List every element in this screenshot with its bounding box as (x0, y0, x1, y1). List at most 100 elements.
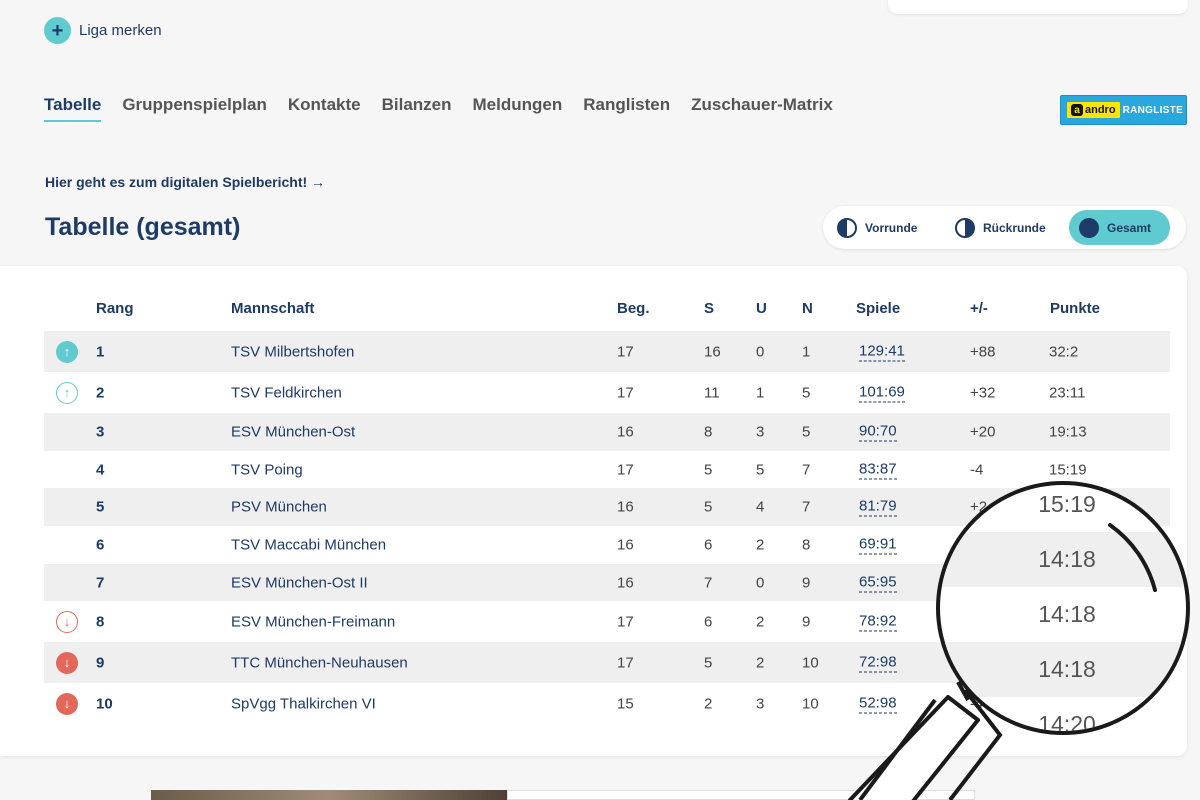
cell-spiele[interactable]: 129:41 (859, 342, 905, 361)
tab-ranglisten[interactable]: Ranglisten (583, 95, 670, 122)
cell-n: 10 (802, 654, 819, 671)
cell-spiele[interactable]: 69:91 (859, 536, 897, 555)
cell-team[interactable]: TTC München-Neuhausen (231, 654, 408, 671)
cell-spiele[interactable]: 72:98 (859, 653, 897, 672)
cell-diff: -26 (970, 654, 992, 671)
cell-s: 7 (704, 574, 713, 591)
table-row: 5 PSV München 16 5 4 7 81:79 +2 14:18 (44, 488, 1170, 526)
digital-report-link[interactable]: Hier geht es zum digitalen Spielbericht!… (45, 174, 325, 190)
cell-s: 6 (704, 613, 713, 630)
cell-n: 10 (802, 695, 819, 712)
cell-beg: 15 (617, 695, 634, 712)
table-row: 4 TSV Poing 17 5 5 7 83:87 -4 15:19 (44, 451, 1170, 488)
andro-rangliste-badge[interactable]: a andro RANGLISTE (1060, 95, 1187, 125)
cell-n: 8 (802, 536, 811, 554)
cell-s: 5 (704, 498, 713, 516)
cell-punkte: 19:13 (1049, 423, 1087, 441)
cell-u: 2 (756, 654, 765, 671)
cell-diff: -4 (970, 461, 984, 478)
cell-spiele[interactable]: 81:79 (859, 498, 897, 517)
table-row: 7 ESV München-Ost II 16 7 0 9 65:95 -30 14:18 (44, 564, 1170, 601)
header-spiele: Spiele (856, 300, 901, 317)
half-circle-icon (955, 217, 975, 238)
cell-rank: 8 (96, 613, 105, 630)
arrow-down-icon: ↓ (56, 692, 78, 715)
toggle-rueckrunde[interactable]: Rückrunde (945, 210, 1069, 245)
tab-kontakte[interactable]: Kontakte (288, 95, 361, 122)
cell-rank: 2 (96, 384, 105, 401)
cell-diff: -46 (970, 695, 992, 712)
cell-spiele[interactable]: 90:70 (859, 423, 897, 442)
andro-logo-icon: a (1071, 104, 1083, 116)
follow-league-button[interactable]: + Liga merken (44, 17, 162, 44)
cell-n: 5 (802, 384, 811, 401)
cell-punkte: 14:18 (1049, 536, 1087, 554)
andro-rangliste-label: RANGLISTE (1122, 104, 1184, 116)
cell-team[interactable]: SpVgg Thalkirchen VI (231, 695, 376, 712)
cell-s: 6 (704, 536, 713, 554)
cell-team[interactable]: TSV Milbertshofen (231, 343, 354, 360)
cell-spiele[interactable]: 101:69 (859, 383, 905, 402)
cell-diff: -14 (970, 613, 992, 630)
cell-rank: 7 (96, 574, 105, 591)
table-row: ↓ 10 SpVgg Thalkirchen VI 15 2 3 10 52:98 -46 7:2… (44, 683, 1170, 724)
header-s: S (704, 300, 715, 317)
cell-rank: 9 (96, 654, 105, 671)
cell-team[interactable]: TSV Feldkirchen (231, 384, 342, 401)
cell-u: 5 (756, 461, 765, 478)
cell-punkte: 14:20 (1049, 613, 1087, 630)
cell-u: 0 (756, 574, 765, 591)
cell-beg: 16 (617, 574, 634, 591)
bottom-card (507, 790, 975, 800)
toggle-gesamt[interactable]: Gesamt (1069, 210, 1170, 245)
tab-meldungen[interactable]: Meldungen (473, 95, 563, 122)
cell-beg: 16 (617, 536, 634, 554)
cell-team[interactable]: TSV Maccabi München (231, 537, 386, 554)
cell-beg: 17 (617, 654, 634, 671)
cell-rank: 4 (96, 461, 105, 478)
cell-team[interactable]: PSV München (231, 499, 327, 516)
cell-spiele[interactable]: 52:98 (859, 694, 897, 713)
cell-u: 1 (756, 384, 765, 401)
toggle-vorrunde[interactable]: Vorrunde (827, 210, 945, 245)
cell-team[interactable]: ESV München-Ost (231, 424, 355, 441)
table-row: 3 ESV München-Ost 16 8 3 5 90:70 +20 19:13 (44, 413, 1170, 451)
cell-u: 2 (756, 613, 765, 630)
header-u: U (756, 300, 767, 317)
header-mannschaft: Mannschaft (231, 300, 315, 317)
table-header: Rang Mannschaft Beg. S U N Spiele +/- Pu… (0, 300, 1170, 320)
cell-n: 9 (802, 574, 811, 591)
tab-gruppenspielplan[interactable]: Gruppenspielplan (122, 95, 267, 122)
cell-spiele[interactable]: 83:87 (859, 460, 897, 479)
cell-punkte: 14:18 (1049, 498, 1087, 516)
arrow-up-icon: ↑ (56, 340, 78, 363)
tab-bilanzen[interactable]: Bilanzen (382, 95, 452, 122)
cell-n: 7 (802, 461, 811, 478)
cell-spiele[interactable]: 65:95 (859, 573, 897, 592)
cell-beg: 17 (617, 343, 634, 360)
cell-diff: -22 (970, 536, 992, 554)
tab-zuschauer-matrix[interactable]: Zuschauer-Matrix (691, 95, 833, 122)
andro-brand: andro (1085, 104, 1116, 116)
cell-s: 11 (704, 384, 720, 401)
cell-rank: 6 (96, 536, 105, 554)
header-diff: +/- (970, 300, 988, 317)
table-row: ↓ 8 ESV München-Freimann 17 6 2 9 78:92 -14 14:20 (44, 601, 1170, 642)
cell-team[interactable]: ESV München-Ost II (231, 574, 368, 591)
cell-u: 0 (756, 343, 765, 360)
cell-s: 5 (704, 461, 713, 478)
header-beg: Beg. (617, 300, 650, 317)
cell-diff: +2 (970, 498, 988, 516)
cell-beg: 17 (617, 384, 634, 401)
cell-beg: 16 (617, 498, 634, 516)
cell-u: 3 (756, 695, 765, 712)
cell-n: 9 (802, 613, 811, 630)
cell-diff: +32 (970, 384, 996, 401)
tab-tabelle[interactable]: Tabelle (44, 95, 102, 122)
cell-team[interactable]: TSV Poing (231, 461, 303, 478)
cell-spiele[interactable]: 78:92 (859, 612, 897, 631)
cell-team[interactable]: ESV München-Freimann (231, 613, 395, 630)
toggle-rueckrunde-label: Rückrunde (983, 220, 1046, 235)
follow-league-label: Liga merken (79, 22, 162, 39)
cell-diff: -30 (970, 574, 992, 591)
